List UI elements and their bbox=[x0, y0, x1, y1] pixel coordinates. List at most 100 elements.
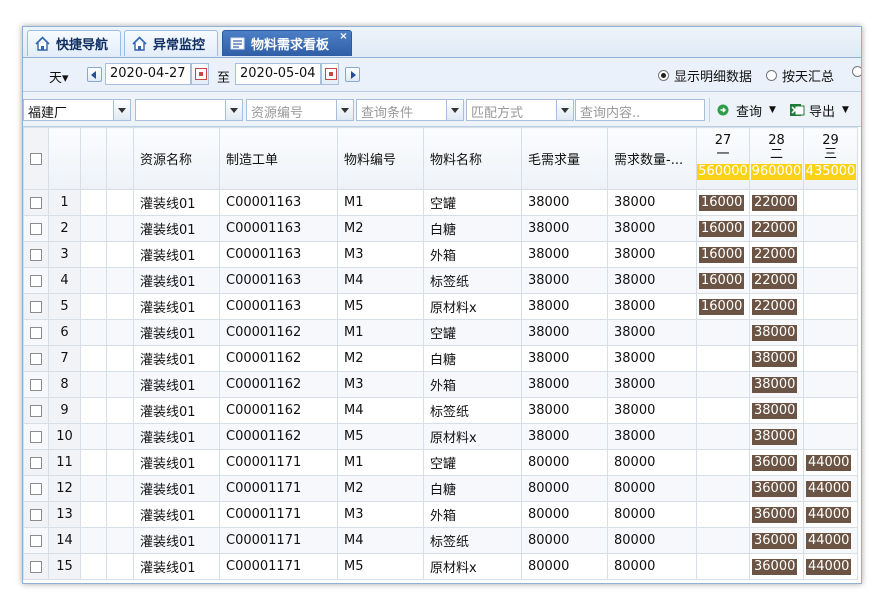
row-select-cell[interactable] bbox=[23, 345, 49, 372]
qty-badge: 16000 bbox=[699, 246, 745, 263]
row-select-cell[interactable] bbox=[23, 215, 49, 242]
tab-bar: 快捷导航 异常监控 物料需求看板 × bbox=[23, 27, 861, 58]
table-row[interactable]: 15 灌装线01 C00001171 M5 原材料x 80000 80000 36000 440… bbox=[23, 553, 858, 580]
work-order-cell: C00001171 bbox=[219, 553, 338, 580]
table-row[interactable]: 7 灌装线01 C00001162 M2 白糖 38000 38000 38000 bbox=[23, 345, 858, 372]
row-select-cell[interactable] bbox=[23, 527, 49, 554]
start-date-field[interactable]: 2020-04-27 bbox=[105, 63, 191, 85]
row-checkbox[interactable] bbox=[30, 534, 42, 547]
row-checkbox[interactable] bbox=[30, 508, 42, 521]
blank-cell bbox=[80, 371, 107, 398]
radio-show-detail[interactable]: 显示明细数据 bbox=[658, 66, 752, 85]
end-date-field[interactable]: 2020-05-04 bbox=[235, 63, 321, 85]
resource-name-cell: 灌装线01 bbox=[133, 267, 220, 294]
chevron-down-icon[interactable]: ▼ bbox=[842, 105, 849, 115]
table-row[interactable]: 1 灌装线01 C00001163 M1 空罐 38000 38000 16000 22000 bbox=[23, 189, 858, 216]
resource-code-select[interactable]: 资源编号 bbox=[246, 99, 337, 121]
table-row[interactable]: 5 灌装线01 C00001163 M5 原材料x 38000 38000 16000 2200… bbox=[23, 293, 858, 320]
table-row[interactable]: 3 灌装线01 C00001163 M3 外箱 38000 38000 16000 22000 bbox=[23, 241, 858, 268]
column-header-material-code[interactable]: 物料编号 bbox=[337, 127, 424, 190]
export-button[interactable]: 导出 ▼ bbox=[789, 100, 849, 120]
row-select-cell[interactable] bbox=[23, 423, 49, 450]
chevron-down-icon[interactable] bbox=[446, 99, 464, 121]
table-row[interactable]: 8 灌装线01 C00001162 M3 外箱 38000 38000 38000 bbox=[23, 371, 858, 398]
radio-daily-summary[interactable]: 按天汇总 bbox=[766, 66, 834, 85]
material-name-cell: 原材料x bbox=[423, 293, 522, 320]
table-row[interactable]: 2 灌装线01 C00001163 M2 白糖 38000 38000 16000 22000 bbox=[23, 215, 858, 242]
query-button[interactable]: 查询 ▼ bbox=[716, 100, 776, 120]
row-select-cell[interactable] bbox=[23, 449, 49, 476]
next-period-button[interactable] bbox=[345, 67, 360, 82]
calendar-icon[interactable] bbox=[191, 63, 209, 85]
material-code-cell: M4 bbox=[337, 527, 424, 554]
blank-cell bbox=[106, 345, 134, 372]
row-checkbox[interactable] bbox=[30, 196, 42, 209]
day-column-header[interactable]: 29 三 435000 bbox=[803, 127, 858, 190]
day-column-header[interactable]: 27 一 560000 bbox=[696, 127, 750, 190]
row-checkbox[interactable] bbox=[30, 482, 42, 495]
material-name-cell: 标签纸 bbox=[423, 527, 522, 554]
select-all-checkbox[interactable] bbox=[30, 152, 42, 165]
match-mode-select[interactable]: 匹配方式 bbox=[466, 99, 557, 121]
row-select-cell[interactable] bbox=[23, 371, 49, 398]
prev-period-button[interactable] bbox=[87, 67, 102, 82]
table-row[interactable]: 9 灌装线01 C00001162 M4 标签纸 38000 38000 38000 bbox=[23, 397, 858, 424]
row-checkbox[interactable] bbox=[30, 378, 42, 391]
time-unit-dropdown[interactable]: 天▾ bbox=[49, 67, 69, 86]
row-select-cell[interactable] bbox=[23, 397, 49, 424]
close-icon[interactable]: × bbox=[338, 32, 349, 43]
tab-material-demand-board[interactable]: 物料需求看板 × bbox=[222, 30, 352, 56]
chevron-down-icon[interactable] bbox=[225, 99, 243, 121]
factory-select[interactable]: 福建厂 bbox=[23, 99, 114, 121]
column-header-material-name[interactable]: 物料名称 bbox=[423, 127, 522, 190]
tab-exception-monitor[interactable]: 异常监控 bbox=[124, 30, 218, 56]
table-row[interactable]: 4 灌装线01 C00001163 M4 标签纸 38000 38000 16000 22000 bbox=[23, 267, 858, 294]
column-header-gross-demand[interactable]: 毛需求量 bbox=[521, 127, 608, 190]
chevron-down-icon[interactable] bbox=[556, 99, 574, 121]
row-select-cell[interactable] bbox=[23, 475, 49, 502]
row-checkbox[interactable] bbox=[30, 430, 42, 443]
row-checkbox[interactable] bbox=[30, 352, 42, 365]
chevron-down-icon[interactable] bbox=[336, 99, 354, 121]
day-number: 27 bbox=[714, 133, 732, 148]
row-checkbox[interactable] bbox=[30, 222, 42, 235]
row-number-cell: 12 bbox=[48, 475, 81, 502]
row-select-cell[interactable] bbox=[23, 501, 49, 528]
table-row[interactable]: 12 灌装线01 C00001171 M2 白糖 80000 80000 36000 44000 bbox=[23, 475, 858, 502]
row-checkbox[interactable] bbox=[30, 300, 42, 313]
chevron-down-icon[interactable] bbox=[113, 99, 131, 121]
row-select-cell[interactable] bbox=[23, 267, 49, 294]
table-row[interactable]: 6 灌装线01 C00001162 M1 空罐 38000 38000 38000 bbox=[23, 319, 858, 346]
day-qty-cell bbox=[696, 553, 750, 580]
calendar-icon[interactable] bbox=[321, 63, 339, 85]
row-select-cell[interactable] bbox=[23, 319, 49, 346]
row-select-cell[interactable] bbox=[23, 241, 49, 268]
row-select-cell[interactable] bbox=[23, 189, 49, 216]
row-checkbox[interactable] bbox=[30, 248, 42, 261]
radio-more[interactable] bbox=[852, 66, 861, 77]
day-column-header[interactable]: 28 二 960000 bbox=[749, 127, 804, 190]
demand-qty-cell: 38000 bbox=[607, 293, 697, 320]
column-header-resource-name[interactable]: 资源名称 bbox=[133, 127, 220, 190]
blank-select[interactable] bbox=[135, 99, 226, 121]
row-checkbox[interactable] bbox=[30, 274, 42, 287]
table-row[interactable]: 10 灌装线01 C00001162 M5 原材料x 38000 38000 38000 bbox=[23, 423, 858, 450]
column-header-demand-qty[interactable]: 需求数量-... bbox=[607, 127, 697, 190]
query-content-input[interactable]: 查询内容.. bbox=[575, 99, 705, 121]
chevron-down-icon[interactable]: ▼ bbox=[769, 105, 776, 115]
query-condition-select[interactable]: 查询条件 bbox=[356, 99, 447, 121]
row-select-cell[interactable] bbox=[23, 293, 49, 320]
row-checkbox[interactable] bbox=[30, 326, 42, 339]
tab-quick-nav[interactable]: 快捷导航 bbox=[27, 30, 121, 56]
row-checkbox[interactable] bbox=[30, 404, 42, 417]
row-checkbox[interactable] bbox=[30, 456, 42, 469]
select-all-cell[interactable] bbox=[23, 127, 49, 190]
demand-qty-cell: 80000 bbox=[607, 553, 697, 580]
column-header-work-order[interactable]: 制造工单 bbox=[219, 127, 338, 190]
row-number-header bbox=[48, 127, 81, 190]
table-row[interactable]: 14 灌装线01 C00001171 M4 标签纸 80000 80000 36000 4400… bbox=[23, 527, 858, 554]
row-select-cell[interactable] bbox=[23, 553, 49, 580]
table-row[interactable]: 11 灌装线01 C00001171 M1 空罐 80000 80000 36000 44000 bbox=[23, 449, 858, 476]
table-row[interactable]: 13 灌装线01 C00001171 M3 外箱 80000 80000 36000 44000 bbox=[23, 501, 858, 528]
row-checkbox[interactable] bbox=[30, 560, 42, 573]
